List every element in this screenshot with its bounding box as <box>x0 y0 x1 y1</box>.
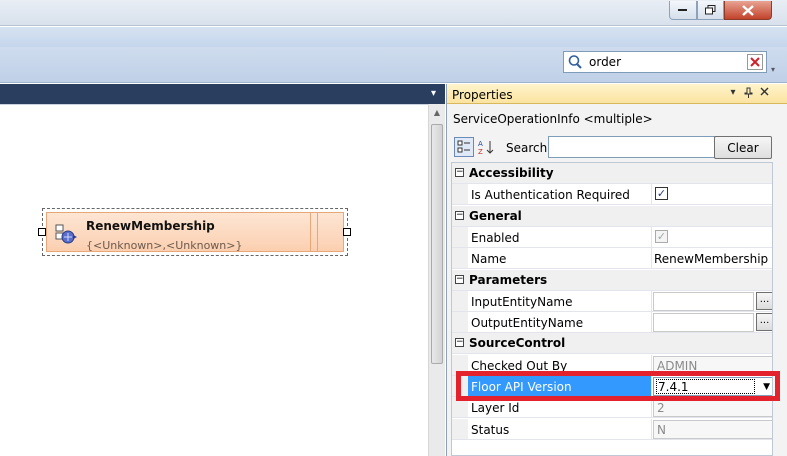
categorized-button[interactable] <box>454 137 474 157</box>
toolbar-strip <box>0 27 787 47</box>
close-button[interactable] <box>724 1 772 20</box>
property-label: OutputEntityName <box>471 316 584 331</box>
column-divider <box>651 248 652 269</box>
panel-menu-icon[interactable]: ▾ <box>727 87 739 99</box>
column-divider <box>651 418 652 439</box>
property-value: N <box>653 419 772 439</box>
clear-search-button[interactable] <box>747 54 763 70</box>
property-value-input[interactable] <box>653 291 754 311</box>
overflow-grip-icon[interactable]: ▾ <box>771 65 779 74</box>
category-label: SourceControl <box>469 336 566 351</box>
activity-divider <box>310 213 311 251</box>
activity-divider <box>317 213 318 251</box>
document-menu-icon[interactable]: ▾ <box>431 89 439 99</box>
activity-shape[interactable]: RenewMembership {<Unknown>,<Unknown>} <box>42 208 348 256</box>
category-accessibility[interactable]: − Accessibility <box>452 163 772 184</box>
property-label: Name <box>471 252 507 267</box>
row-gutter <box>452 312 468 333</box>
property-value: 2 <box>653 398 772 418</box>
minimize-button[interactable] <box>669 1 697 20</box>
property-label: Status <box>471 422 510 437</box>
collapse-icon[interactable]: − <box>455 210 464 220</box>
property-label: Layer Id <box>471 401 520 416</box>
scrollbar-thumb[interactable] <box>431 124 443 364</box>
minimize-icon <box>678 9 687 11</box>
search-input[interactable]: order <box>563 51 767 73</box>
designer-canvas[interactable] <box>0 104 428 456</box>
search-query: order <box>589 55 621 69</box>
property-label: InputEntityName <box>471 294 573 309</box>
property-row[interactable]: Is Authentication Required ✓ <box>452 184 772 206</box>
close-icon <box>750 57 760 67</box>
ellipsis-button[interactable]: ... <box>756 313 772 332</box>
search-strip: order ▾ <box>0 47 787 83</box>
row-gutter <box>452 226 468 247</box>
property-value-input[interactable] <box>653 313 754 333</box>
properties-title: Properties <box>452 88 513 102</box>
collapse-icon[interactable]: − <box>455 168 464 177</box>
category-parameters[interactable]: − Parameters <box>452 269 772 291</box>
activity-name: RenewMembership <box>86 219 215 233</box>
search-label: Search: <box>506 141 552 155</box>
categorized-icon <box>457 140 470 153</box>
checkbox: ✓ <box>655 229 668 243</box>
ellipsis-button[interactable]: ... <box>756 291 772 310</box>
scroll-up-icon[interactable]: ▲ <box>429 104 445 121</box>
restore-button[interactable] <box>697 1 724 20</box>
clear-button[interactable]: Clear <box>714 136 772 159</box>
property-row[interactable]: Enabled ✓ <box>452 226 772 248</box>
pin-icon[interactable] <box>742 87 754 99</box>
column-divider <box>651 290 652 311</box>
properties-toolbar: A Z Search: Clear <box>451 136 775 160</box>
property-value[interactable]: RenewMembership <box>654 252 768 266</box>
property-row[interactable]: OutputEntityName... <box>452 312 772 334</box>
category-label: Accessibility <box>469 166 554 180</box>
properties-header: Properties ▾ <box>447 84 787 104</box>
column-divider <box>651 312 652 333</box>
property-label: Enabled <box>471 230 520 245</box>
svg-text:Z: Z <box>478 148 483 155</box>
activity-signature: {<Unknown>,<Unknown>} <box>86 239 243 252</box>
svg-text:A: A <box>478 140 483 148</box>
property-row[interactable]: InputEntityName... <box>452 290 772 312</box>
category-general[interactable]: − General <box>452 205 772 227</box>
category-label: General <box>469 208 522 223</box>
collapse-icon[interactable]: − <box>455 338 464 348</box>
property-grid: − Accessibility Is Authentication Required… <box>451 162 773 456</box>
property-search-input[interactable] <box>548 136 716 158</box>
collapse-icon[interactable]: − <box>455 274 464 284</box>
close-icon <box>760 87 768 96</box>
row-gutter <box>452 184 468 205</box>
checkbox[interactable]: ✓ <box>655 187 668 201</box>
document-header: ▾ <box>0 84 445 104</box>
search-icon <box>568 55 582 69</box>
row-gutter <box>452 248 468 269</box>
resize-handle-left[interactable] <box>38 228 46 236</box>
restore-icon <box>705 5 716 15</box>
row-gutter <box>452 290 468 311</box>
column-divider <box>651 226 652 247</box>
close-panel-icon[interactable] <box>758 87 770 99</box>
sort-az-icon: A Z <box>478 140 494 155</box>
property-row[interactable]: Status N <box>452 418 772 440</box>
property-row[interactable]: Name RenewMembership <box>452 248 772 270</box>
row-gutter <box>452 418 468 439</box>
resize-handle-right[interactable] <box>343 228 351 236</box>
pin-glyph <box>744 87 752 98</box>
window-title-bar <box>0 0 787 26</box>
alphabetical-button[interactable]: A Z <box>476 137 496 157</box>
annotation-highlight-box <box>456 371 780 401</box>
category-label: Parameters <box>469 272 548 287</box>
column-divider <box>651 184 652 205</box>
close-icon <box>742 4 754 16</box>
property-label: Is Authentication Required <box>471 188 630 203</box>
activity-body[interactable]: RenewMembership {<Unknown>,<Unknown>} <box>46 212 344 252</box>
vertical-scrollbar[interactable]: ▲ <box>428 104 445 456</box>
service-operation-icon <box>55 224 77 244</box>
selected-object-label: ServiceOperationInfo <multiple> <box>453 112 653 126</box>
category-sourcecontrol[interactable]: − SourceControl <box>452 333 772 355</box>
